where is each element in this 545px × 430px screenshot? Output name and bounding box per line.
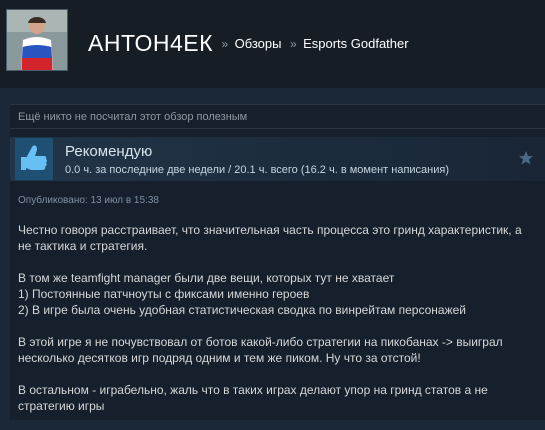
avatar-image: [7, 10, 67, 70]
username-link[interactable]: АНТОН4ЕК: [88, 30, 213, 56]
avatar[interactable]: [6, 9, 68, 71]
helpful-bar: Ещё никто не посчитал этот обзор полезны…: [10, 104, 545, 129]
breadcrumb-separator: »: [221, 36, 229, 51]
review-body: Честно говоря расстраивает, что значител…: [18, 222, 538, 430]
review-paragraph: В остальном - играбельно, жаль что в так…: [18, 383, 488, 413]
review-paragraph: В том же teamfight manager были две вещи…: [18, 271, 466, 317]
playtime-text: 0.0 ч. за последние две недели / 20.1 ч.…: [65, 164, 449, 176]
breadcrumb: АНТОН4ЕК » Обзоры » Esports Godfather: [88, 30, 409, 57]
review-paragraph: Честно говоря расстраивает, что значител…: [18, 223, 522, 253]
posted-date: Опубликовано: 13 июл в 15:38: [18, 195, 159, 206]
profile-header: АНТОН4ЕК » Обзоры » Esports Godfather: [0, 0, 545, 88]
thumbs-up-icon: [15, 138, 53, 180]
game-link[interactable]: Esports Godfather: [303, 36, 409, 51]
review-verdict-bar: Рекомендую 0.0 ч. за последние две недел…: [10, 137, 545, 181]
breadcrumb-separator: »: [289, 36, 297, 51]
verdict-title[interactable]: Рекомендую: [65, 143, 152, 160]
review-paragraph: В этой игре я не почувствовал от ботов к…: [18, 335, 503, 365]
helpful-text: Ещё никто не посчитал этот обзор полезны…: [18, 111, 248, 123]
award-star-icon[interactable]: [518, 150, 534, 166]
review-container: Ещё никто не посчитал этот обзор полезны…: [10, 104, 545, 420]
reviews-link[interactable]: Обзоры: [235, 36, 282, 51]
